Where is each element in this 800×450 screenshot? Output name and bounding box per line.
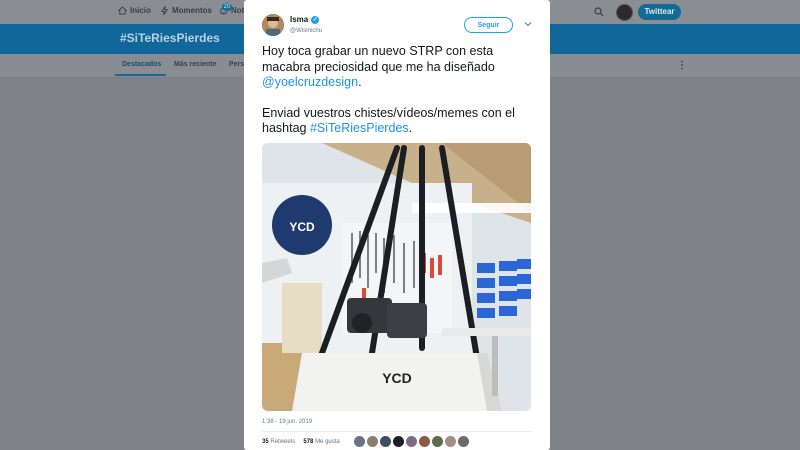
liker-avatar[interactable] [367, 436, 378, 447]
nav-moments[interactable]: Momentos [160, 6, 212, 15]
retweets-stat[interactable]: 35 Retweets [262, 439, 295, 445]
liker-avatar[interactable] [458, 436, 469, 447]
tweet-paragraph-2-end: . [408, 121, 413, 135]
tweet-paragraph-1: Hoy toca grabar un nuevo STRP con esta m… [262, 44, 537, 91]
tweet-photo-image: YCD YCD [262, 143, 531, 411]
tweet-paragraph-1-text: Hoy toca grabar un nuevo STRP con esta m… [262, 44, 495, 74]
search-icon[interactable] [594, 7, 604, 17]
retweets-count: 35 [262, 439, 269, 445]
liker-avatars [354, 436, 469, 447]
tweet-text: Hoy toca grabar un nuevo STRP con esta m… [262, 44, 537, 137]
liker-avatar[interactable] [380, 436, 391, 447]
tweet-paragraph-2: Enviad vuestros chistes/vídeos/memes con… [262, 106, 537, 137]
nav-home[interactable]: Inicio [118, 6, 151, 15]
user-avatar[interactable] [616, 4, 633, 21]
author-avatar[interactable] [262, 14, 284, 36]
tweet-timestamp[interactable]: 1:38 - 19 jun. 2019 [262, 419, 312, 425]
liker-avatar[interactable] [445, 436, 456, 447]
active-tab-indicator [115, 74, 166, 76]
box-logo-text: YCD [382, 370, 412, 386]
likes-stat[interactable]: 578 Me gusta [303, 439, 339, 445]
retweets-label: Retweets [270, 439, 296, 445]
tab-personas[interactable]: Pers [229, 61, 244, 68]
liker-avatar[interactable] [419, 436, 430, 447]
tab-destacados[interactable]: Destacados [122, 61, 161, 68]
nav-home-label: Inicio [130, 6, 151, 15]
likes-label: Me gusta [315, 439, 340, 445]
author-handle[interactable]: @Wismichu [290, 28, 322, 34]
liker-avatar[interactable] [354, 436, 365, 447]
hashtag-link[interactable]: #SiTeRiesPierdes [310, 121, 409, 135]
logo-text: YCD [289, 220, 315, 234]
mention-link[interactable]: @yoelcruzdesign [262, 75, 358, 89]
follow-button[interactable]: Seguir [464, 17, 513, 33]
tweet-photo[interactable]: YCD YCD [262, 143, 531, 411]
author-name[interactable]: Isma ✓ [290, 15, 320, 24]
likes-count: 578 [303, 439, 314, 445]
liker-avatar[interactable] [393, 436, 404, 447]
tweet-button[interactable]: Twittear [638, 4, 681, 20]
home-icon [118, 6, 127, 15]
notification-badge: 20 [222, 3, 232, 11]
lightning-icon [160, 6, 169, 15]
verified-badge-icon: ✓ [311, 15, 320, 24]
tweet-modal: Isma ✓ @Wismichu Seguir Hoy toca grabar … [244, 0, 550, 450]
more-options-icon[interactable]: ⋮ [677, 60, 687, 71]
tweet-stats: 35 Retweets 578 Me gusta [262, 439, 340, 445]
liker-avatar[interactable] [432, 436, 443, 447]
liker-avatar[interactable] [406, 436, 417, 447]
nav-moments-label: Momentos [172, 6, 212, 15]
banner-title: #SiTeRiesPierdes [120, 31, 220, 45]
tab-mas-reciente[interactable]: Más reciente [174, 61, 216, 68]
avatar-photo [262, 14, 284, 36]
tweet-paragraph-1-end: . [358, 75, 362, 89]
author-name-text: Isma [290, 15, 309, 24]
divider [262, 431, 532, 432]
chevron-down-icon[interactable] [524, 20, 532, 28]
